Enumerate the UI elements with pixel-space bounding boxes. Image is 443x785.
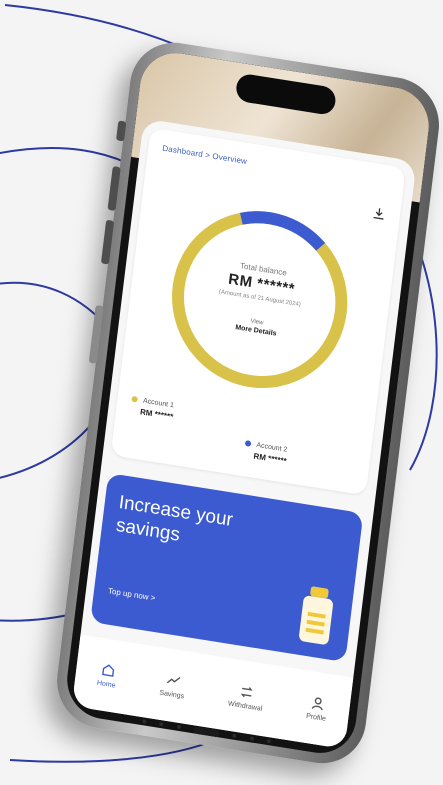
speaker-hole — [232, 733, 237, 739]
balance-card: Dashboard > Overview Total balance RM **… — [110, 127, 406, 496]
nav-withdrawal[interactable]: Withdrawal — [228, 682, 265, 712]
speaker-hole — [266, 738, 272, 744]
transfer-icon — [241, 686, 253, 697]
speaker-hole — [159, 721, 164, 727]
nav-profile[interactable]: Profile — [306, 694, 329, 722]
promo-banner[interactable]: Increase your savings Top up now > — [90, 472, 364, 663]
legend-item-account-2: Account 2 RM ****** — [243, 440, 288, 466]
legend-dot — [131, 395, 138, 403]
download-button[interactable] — [369, 203, 389, 224]
nav-savings-label: Savings — [159, 689, 185, 700]
chart-line-icon — [166, 676, 181, 683]
home-icon — [101, 663, 114, 677]
legend-dot — [244, 440, 252, 448]
speaker-hole — [249, 736, 254, 741]
balance-donut: Total balance RM ****** (Amount as of 21… — [154, 190, 365, 408]
nav-savings[interactable]: Savings — [159, 671, 187, 700]
legend-amount: RM ****** — [253, 451, 288, 466]
legend-item-account-1: Account 1 RM ****** — [130, 395, 175, 422]
nav-profile-label: Profile — [305, 712, 327, 723]
more-details-link[interactable]: More Details — [235, 324, 277, 337]
speaker-hole — [142, 719, 147, 724]
more-details-label: View — [250, 318, 264, 327]
savings-jar-icon — [299, 586, 333, 645]
download-icon — [373, 208, 384, 220]
promo-title: Increase your savings — [114, 492, 234, 546]
legend-amount: RM ****** — [139, 407, 174, 422]
nav-home-label: Home — [96, 679, 116, 690]
speaker-hole — [176, 724, 181, 730]
nav-withdrawal-label: Withdrawal — [227, 699, 263, 713]
breadcrumb[interactable]: Dashboard > Overview — [162, 144, 248, 166]
nav-home[interactable]: Home — [97, 661, 119, 689]
user-icon — [311, 696, 323, 710]
promo-cta-link[interactable]: Top up now > — [108, 586, 156, 602]
donut-center: Total balance RM ****** (Amount as of 21… — [154, 190, 365, 408]
